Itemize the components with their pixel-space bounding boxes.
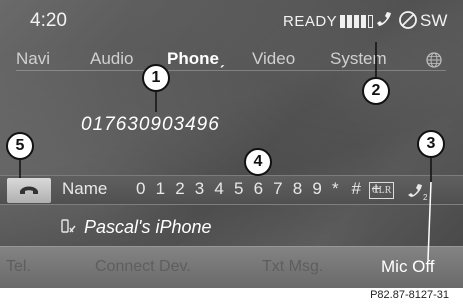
bottom-item-mic-off[interactable]: Mic Off	[381, 257, 435, 277]
digit-key[interactable]: 4	[214, 179, 234, 199]
callout-1: 1	[142, 64, 170, 92]
digit-key[interactable]: 9	[312, 179, 332, 199]
menu-item-system[interactable]: System	[330, 49, 387, 69]
callout-2: 2	[362, 77, 390, 105]
dialed-number: 017630903496	[81, 114, 220, 135]
bottom-item-text-messages[interactable]: Txt Msg.	[262, 258, 323, 276]
callout-3: 3	[417, 130, 445, 158]
menu-item-navi[interactable]: Navi	[16, 49, 50, 69]
dial-name-option[interactable]: Name	[62, 179, 107, 199]
active-marker: ˏ	[218, 49, 225, 68]
status-bar: 4:20 READY SW	[0, 0, 463, 42]
bottom-item-connect-device[interactable]: Connect Dev.	[95, 258, 191, 276]
bottom-item-tel[interactable]: Tel.	[6, 258, 31, 276]
star-key[interactable]: *	[332, 179, 352, 199]
globe-icon[interactable]	[426, 52, 442, 68]
digit-key[interactable]: 2	[175, 179, 195, 199]
callout-4: 4	[244, 148, 272, 176]
signal-bar	[340, 15, 345, 28]
bluetooth-phone-icon	[61, 219, 76, 233]
digit-key[interactable]: 8	[293, 179, 313, 199]
signal-bar-empty	[368, 15, 373, 28]
menu-item-phone-label: Phone	[167, 49, 219, 68]
clock: 4:20	[30, 10, 67, 31]
signal-bar	[354, 15, 359, 28]
menu-divider	[16, 70, 446, 71]
phone-status-icon	[377, 12, 391, 26]
clear-button[interactable]: CLR	[369, 182, 395, 199]
device-name: Pascal's iPhone	[84, 217, 212, 237]
menu-item-video[interactable]: Video	[252, 49, 295, 69]
signal-strength-icon	[340, 15, 376, 28]
menu-item-phone[interactable]: Phoneˏ	[167, 49, 225, 69]
digit-key[interactable]: 6	[254, 179, 274, 199]
signal-bar	[347, 15, 352, 28]
bottom-menu-bar: Tel. Connect Dev. Txt Msg. Mic Off	[0, 246, 463, 288]
phone-screen: 4:20 READY SW Navi Audio Phoneˏ Video Sy…	[0, 0, 463, 288]
callout-5: 5	[6, 132, 34, 160]
digit-key[interactable]: 5	[234, 179, 254, 199]
menu-item-audio[interactable]: Audio	[90, 49, 133, 69]
digit-key[interactable]: 7	[273, 179, 293, 199]
dial-row: Name 0 1 2 3 4 5 6 7 8 9 * # + CLR 2	[0, 175, 463, 205]
no-navigation-icon	[399, 11, 417, 29]
digit-key[interactable]: 3	[195, 179, 215, 199]
end-call-icon	[20, 186, 38, 194]
digit-key[interactable]: 0	[136, 179, 156, 199]
digit-keys: 0 1 2 3 4 5 6 7 8 9 * # +	[136, 179, 391, 199]
end-call-button[interactable]	[7, 178, 51, 203]
compass-direction: SW	[420, 11, 448, 30]
main-menu-bar: Navi Audio Phoneˏ Video System	[0, 44, 463, 76]
ready-status: READY	[283, 13, 338, 30]
figure-code: P82.87-8127-31	[370, 289, 449, 301]
signal-bar	[361, 15, 366, 28]
call-waiting-icon[interactable]: 2	[408, 180, 432, 202]
device-row: Pascal's iPhone	[0, 212, 463, 242]
svg-text:2: 2	[423, 193, 428, 202]
digit-key[interactable]: 1	[156, 179, 176, 199]
